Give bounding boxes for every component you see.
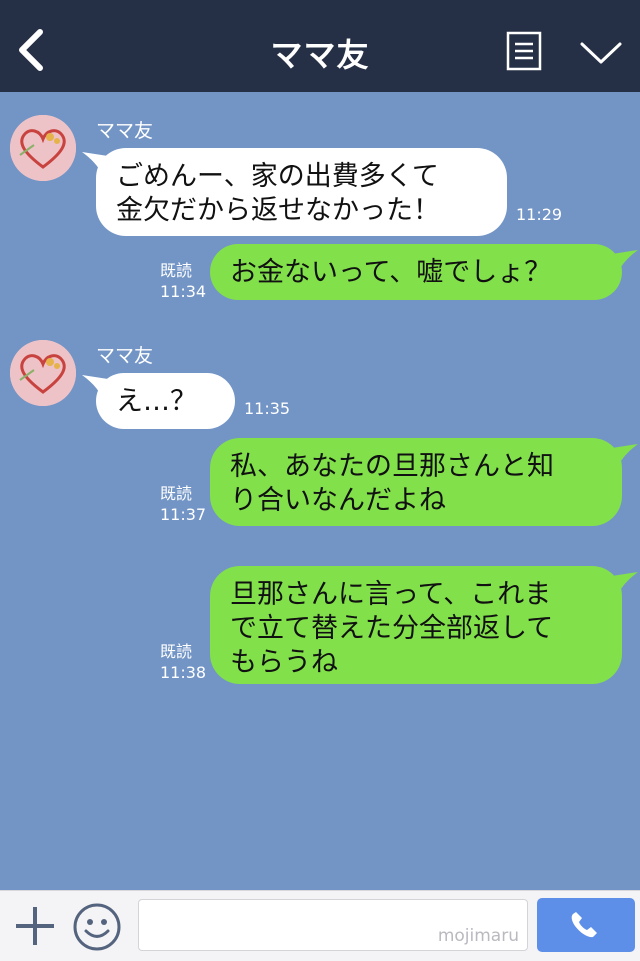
message-input[interactable]: mojimaru (138, 899, 528, 951)
incoming-message-bubble[interactable]: ごめんー、家の出費多くて 金欠だから返せなかった！ (96, 148, 507, 236)
chat-area[interactable]: ママ友 ごめんー、家の出費多くて 金欠だから返せなかった！ 11:29 既読 1… (0, 92, 640, 890)
outgoing-message-bubble[interactable]: 私、あなたの旦那さんと知 り合いなんだよね (210, 438, 622, 526)
heart-flower-icon (10, 115, 76, 181)
top-bar: ママ友 (0, 0, 640, 92)
outgoing-message-bubble[interactable]: お金ないって、嘘でしょ？ (210, 244, 622, 300)
message-time: 11:37 (160, 505, 207, 524)
watermark: mojimaru (437, 926, 519, 946)
avatar[interactable] (10, 340, 76, 406)
message-time: 11:35 (244, 399, 291, 418)
menu-icon[interactable] (506, 31, 542, 71)
bubble-tail (612, 250, 638, 272)
plus-icon[interactable] (14, 905, 56, 947)
read-status: 既読 11:38 (160, 641, 206, 683)
phone-icon (571, 912, 597, 938)
message-time: 11:38 (160, 663, 207, 682)
avatar[interactable] (10, 115, 76, 181)
sender-name: ママ友 (96, 345, 154, 367)
call-button[interactable] (537, 898, 635, 952)
chat-title: ママ友 (270, 36, 370, 74)
outgoing-message-bubble[interactable]: 旦那さんに言って、これま で立て替えた分全部返して もらうね (210, 566, 622, 684)
bubble-tail (612, 572, 638, 594)
read-label: 既読 (160, 261, 193, 280)
message-time: 11:34 (160, 282, 207, 301)
read-status: 既読 11:37 (160, 483, 206, 525)
sender-name: ママ友 (96, 120, 154, 142)
bubble-tail (612, 444, 638, 466)
read-label: 既読 (160, 484, 193, 503)
smiley-icon[interactable] (72, 902, 122, 952)
incoming-message-bubble[interactable]: え…？ (96, 373, 235, 429)
heart-flower-icon (10, 340, 76, 406)
read-status: 既読 11:34 (160, 260, 206, 302)
read-label: 既読 (160, 642, 193, 661)
chevron-down-icon[interactable] (578, 38, 624, 68)
input-bar: mojimaru (0, 890, 640, 961)
message-time: 11:29 (516, 205, 563, 224)
